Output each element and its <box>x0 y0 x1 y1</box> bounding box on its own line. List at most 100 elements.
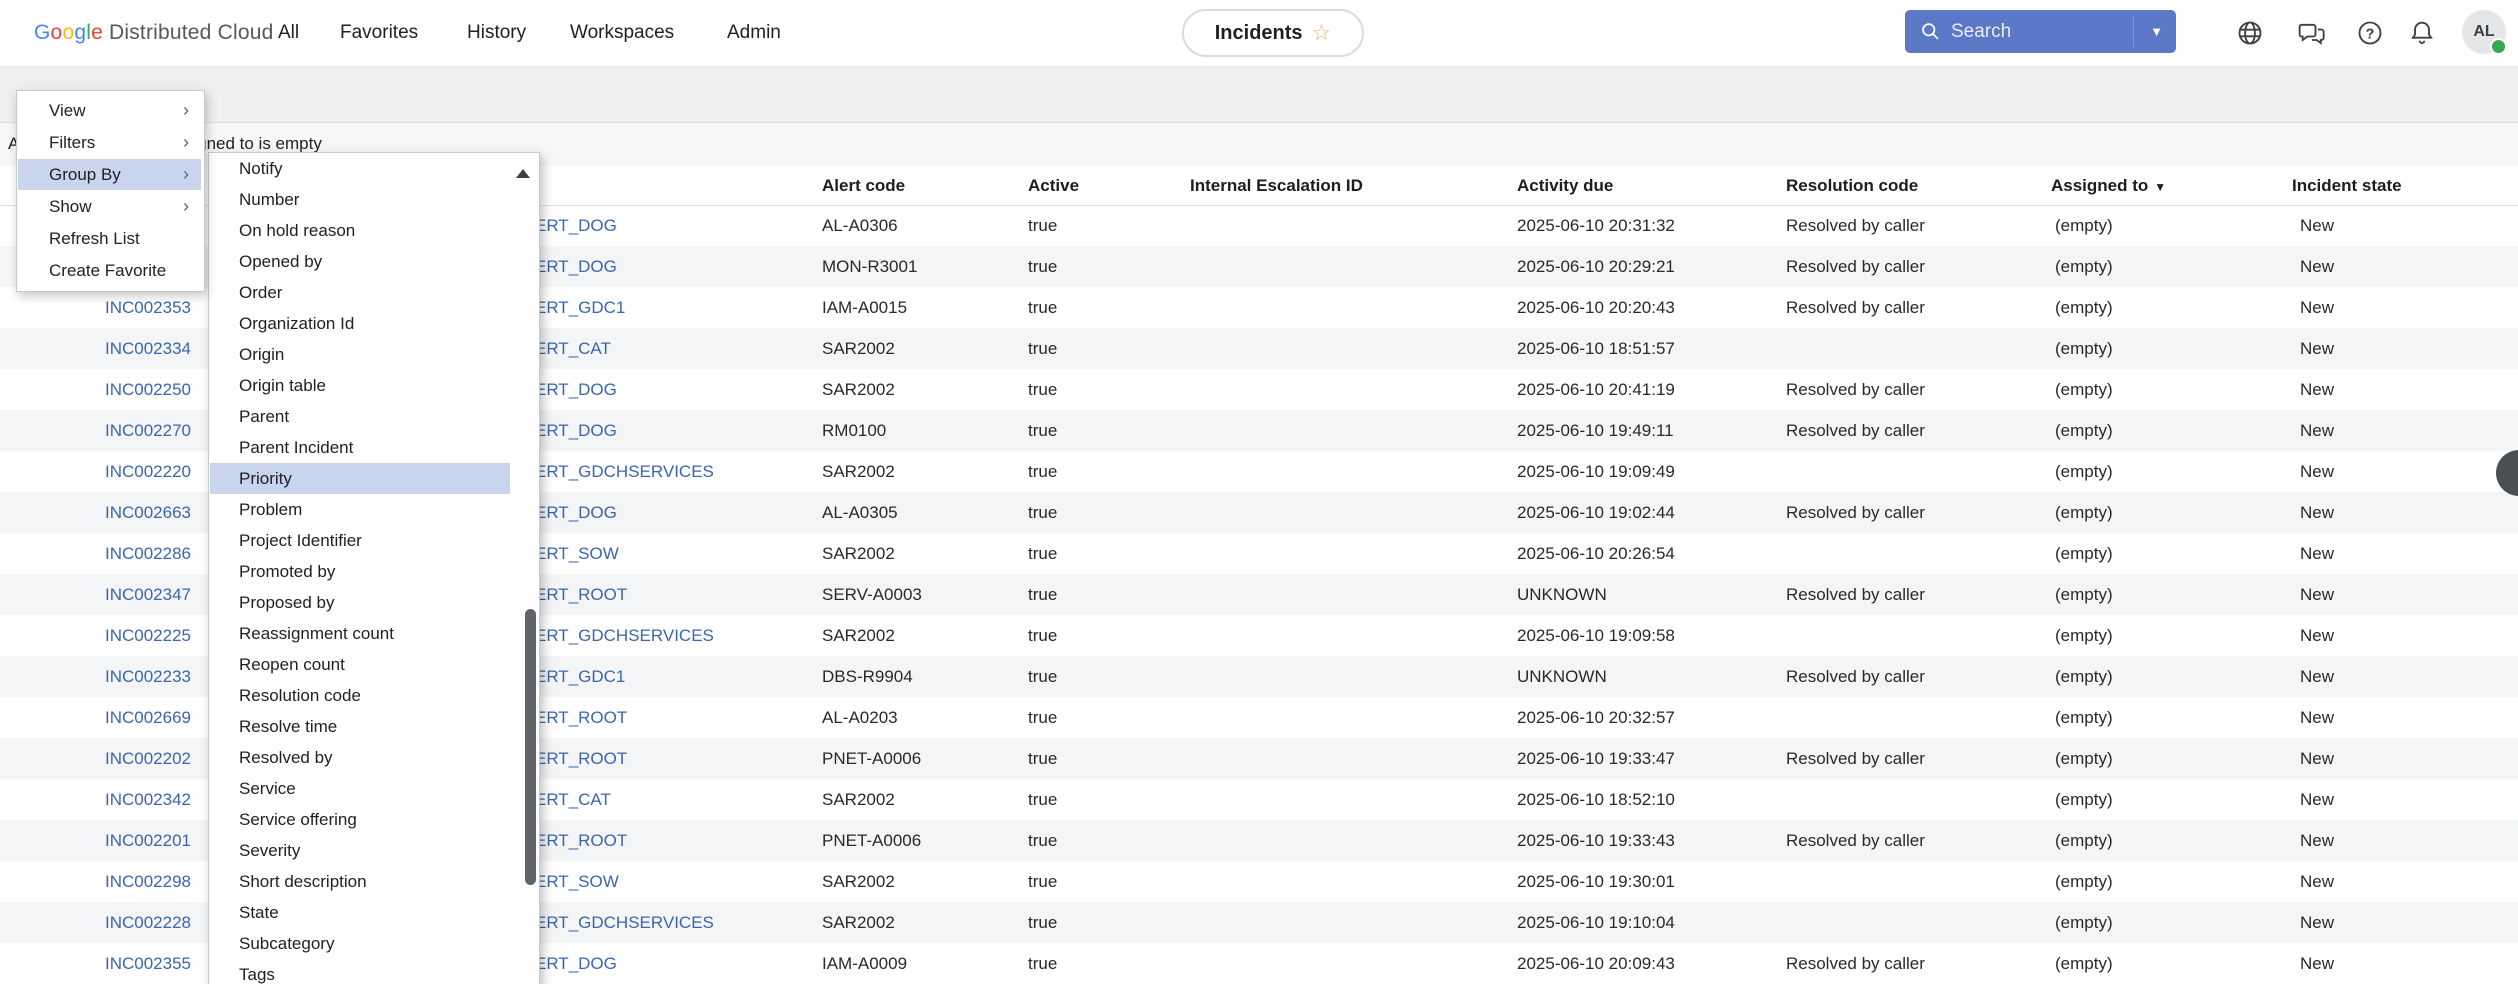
group-by-option-number[interactable]: Number <box>210 184 510 215</box>
column-header-activity-due[interactable]: Activity due <box>1517 166 1613 205</box>
cell-incident-number[interactable]: INC002663 <box>105 492 191 533</box>
cell-incident-number[interactable]: INC002233 <box>105 656 191 697</box>
group-by-option-service-offering[interactable]: Service offering <box>210 804 510 835</box>
group-by-option-severity[interactable]: Severity <box>210 835 510 866</box>
cell-alert-code: IAM-A0015 <box>822 287 907 328</box>
avatar[interactable]: AL <box>2462 10 2506 54</box>
group-by-option-tags[interactable]: Tags <box>210 959 510 984</box>
cell-incident-number[interactable]: INC002286 <box>105 533 191 574</box>
cell-group[interactable]: ERT_GDCHSERVICES <box>535 451 714 492</box>
cell-incident-number[interactable]: INC002342 <box>105 779 191 820</box>
workspace-pill-incidents[interactable]: Incidents ☆ <box>1182 9 1364 57</box>
cell-group[interactable]: ERT_CAT <box>535 328 611 369</box>
group-by-option-origin[interactable]: Origin <box>210 339 510 370</box>
cell-group[interactable]: ERT_ROOT <box>535 697 627 738</box>
cell-incident-number[interactable]: INC002228 <box>105 902 191 943</box>
group-by-option-opened-by[interactable]: Opened by <box>210 246 510 277</box>
group-by-option-parent-incident[interactable]: Parent Incident <box>210 432 510 463</box>
group-by-option-state[interactable]: State <box>210 897 510 928</box>
cell-incident-number[interactable]: INC002201 <box>105 820 191 861</box>
cell-assigned-to: (empty) <box>2055 205 2113 246</box>
context-menu-item-filters[interactable]: Filters› <box>18 127 201 158</box>
nav-item-all[interactable]: All <box>278 0 299 66</box>
group-by-option-resolved-by[interactable]: Resolved by <box>210 742 510 773</box>
star-icon[interactable]: ☆ <box>1312 22 1332 44</box>
global-search-bar[interactable]: Search ▼ <box>1905 10 2176 53</box>
cell-assigned-to: (empty) <box>2055 410 2113 451</box>
cell-incident-number[interactable]: INC002250 <box>105 369 191 410</box>
cell-group[interactable]: ERT_DOG <box>535 492 617 533</box>
cell-group[interactable]: ERT_DOG <box>535 205 617 246</box>
brand-suffix: Distributed Cloud <box>109 21 273 44</box>
context-menu-item-view[interactable]: View› <box>18 95 201 126</box>
group-by-option-resolve-time[interactable]: Resolve time <box>210 711 510 742</box>
cell-incident-number[interactable]: INC002202 <box>105 738 191 779</box>
group-by-option-proposed-by[interactable]: Proposed by <box>210 587 510 618</box>
cell-group[interactable]: ERT_SOW <box>535 861 619 902</box>
cell-incident-number[interactable]: INC002220 <box>105 451 191 492</box>
group-by-option-on-hold-reason[interactable]: On hold reason <box>210 215 510 246</box>
group-by-option-problem[interactable]: Problem <box>210 494 510 525</box>
cell-group[interactable]: ERT_GDCHSERVICES <box>535 615 714 656</box>
cell-group[interactable]: ERT_DOG <box>535 410 617 451</box>
group-by-option-order[interactable]: Order <box>210 277 510 308</box>
group-by-option-priority[interactable]: Priority <box>210 463 510 494</box>
nav-item-admin[interactable]: Admin <box>727 0 781 66</box>
group-by-option-promoted-by[interactable]: Promoted by <box>210 556 510 587</box>
cell-incident-number[interactable]: INC002298 <box>105 861 191 902</box>
scroll-up-icon[interactable] <box>516 169 530 178</box>
column-header-resolution-code[interactable]: Resolution code <box>1786 166 1918 205</box>
context-menu-item-group-by[interactable]: Group By› <box>18 159 201 190</box>
cell-incident-number[interactable]: INC002355 <box>105 943 191 984</box>
cell-incident-number[interactable]: INC002353 <box>105 287 191 328</box>
column-header-incident-state[interactable]: Incident state <box>2292 166 2402 205</box>
chat-icon[interactable] <box>2298 19 2326 47</box>
context-menu-item-refresh-list[interactable]: Refresh List <box>18 223 201 254</box>
cell-incident-number[interactable]: INC002270 <box>105 410 191 451</box>
group-by-option-notify[interactable]: Notify <box>210 153 510 184</box>
group-by-option-short-description[interactable]: Short description <box>210 866 510 897</box>
cell-group[interactable]: ERT_GDC1 <box>535 287 625 328</box>
group-by-option-reassignment-count[interactable]: Reassignment count <box>210 618 510 649</box>
search-scope-caret-icon[interactable]: ▼ <box>2150 10 2163 53</box>
cell-incident-number[interactable]: INC002334 <box>105 328 191 369</box>
cell-group[interactable]: ERT_GDC1 <box>535 656 625 697</box>
group-by-option-subcategory[interactable]: Subcategory <box>210 928 510 959</box>
brand-logo[interactable]: GoogleDistributed Cloud <box>34 0 273 66</box>
column-header-assigned-to[interactable]: Assigned to▼ <box>2051 166 2166 205</box>
globe-icon[interactable] <box>2236 19 2264 47</box>
help-icon[interactable]: ? <box>2356 19 2384 47</box>
context-menu-item-show[interactable]: Show› <box>18 191 201 222</box>
column-header-internal-escalation-id[interactable]: Internal Escalation ID <box>1190 166 1363 205</box>
cell-group[interactable]: ERT_DOG <box>535 369 617 410</box>
avatar-initials: AL <box>2473 23 2494 41</box>
cell-group[interactable]: ERT_SOW <box>535 533 619 574</box>
context-menu-item-create-favorite[interactable]: Create Favorite <box>18 255 201 286</box>
cell-group[interactable]: ERT_GDCHSERVICES <box>535 902 714 943</box>
cell-group[interactable]: ERT_DOG <box>535 246 617 287</box>
cell-incident-number[interactable]: INC002347 <box>105 574 191 615</box>
cell-group[interactable]: ERT_CAT <box>535 779 611 820</box>
nav-item-workspaces[interactable]: Workspaces <box>570 0 674 66</box>
cell-group[interactable]: ERT_ROOT <box>535 738 627 779</box>
group-by-option-reopen-count[interactable]: Reopen count <box>210 649 510 680</box>
group-by-option-origin-table[interactable]: Origin table <box>210 370 510 401</box>
group-by-option-service[interactable]: Service <box>210 773 510 804</box>
nav-item-history[interactable]: History <box>467 0 526 66</box>
cell-active: true <box>1028 410 1057 451</box>
cell-group[interactable]: ERT_ROOT <box>535 574 627 615</box>
group-by-option-organization-id[interactable]: Organization Id <box>210 308 510 339</box>
group-by-option-resolution-code[interactable]: Resolution code <box>210 680 510 711</box>
nav-item-favorites[interactable]: Favorites <box>340 0 418 66</box>
cell-group[interactable]: ERT_ROOT <box>535 820 627 861</box>
cell-incident-number[interactable]: INC002225 <box>105 615 191 656</box>
submenu-scrollbar-thumb[interactable] <box>525 609 536 885</box>
column-header-alert-code[interactable]: Alert code <box>822 166 905 205</box>
group-by-option-project-identifier[interactable]: Project Identifier <box>210 525 510 556</box>
cell-incident-number[interactable]: INC002669 <box>105 697 191 738</box>
notifications-bell-icon[interactable] <box>2408 19 2436 47</box>
group-by-option-parent[interactable]: Parent <box>210 401 510 432</box>
cell-active: true <box>1028 328 1057 369</box>
cell-group[interactable]: ERT_DOG <box>535 943 617 984</box>
column-header-active[interactable]: Active <box>1028 166 1079 205</box>
